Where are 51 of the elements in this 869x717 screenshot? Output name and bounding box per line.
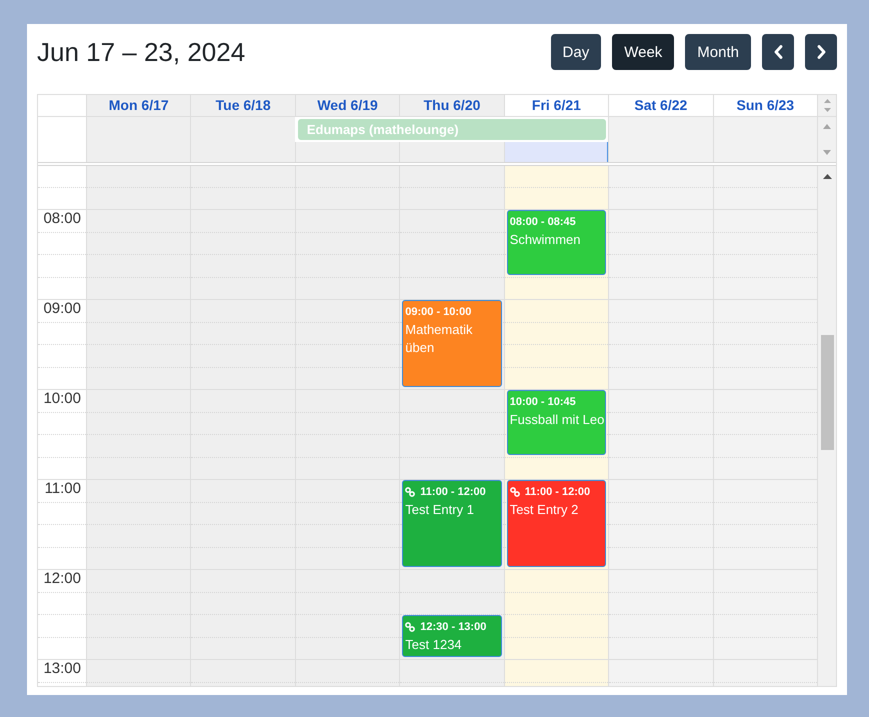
scrollbar-thumb[interactable] <box>820 335 834 450</box>
all-day-cell[interactable] <box>712 117 817 162</box>
event-title: Fussball mit Leo <box>510 411 606 429</box>
event-title: Test 1234 <box>405 636 463 654</box>
time-label: 10:00 <box>43 390 81 408</box>
event-time: 12:30 - 13:00 <box>420 620 486 634</box>
date-range-title: Jun 17 – 23, 2024 <box>37 36 246 68</box>
event-title: Mathematik üben <box>405 321 474 357</box>
day-column[interactable]: 09:00 - 10:00 Mathematik üben 11:00 - 12:00 Test Entry 1 12:30 - 13:00 Test 1234 <box>399 166 504 686</box>
day-header[interactable]: Mon 6/17 <box>86 95 190 116</box>
day-column[interactable] <box>294 166 400 686</box>
day-header[interactable]: Tue 6/18 <box>190 95 295 116</box>
calendar-event[interactable]: 11:00 - 12:00 Test Entry 2 <box>506 480 606 567</box>
day-column[interactable] <box>608 166 713 686</box>
time-label: 13:00 <box>43 660 81 678</box>
event-title: Test Entry 1 <box>405 501 475 519</box>
time-label: 12:00 <box>43 570 81 588</box>
day-column[interactable] <box>86 166 190 686</box>
calendar-event[interactable]: 11:00 - 12:00 Test Entry 1 <box>402 480 502 567</box>
event-title: Test Entry 2 <box>510 501 580 519</box>
event-title: Schwimmen <box>510 231 582 249</box>
event-time: 10:00 - 10:45 <box>510 395 576 409</box>
chevron-right-icon <box>816 45 826 59</box>
calendar-event[interactable]: 12:30 - 13:00 Test 1234 <box>402 615 502 657</box>
view-button[interactable]: Week <box>612 34 674 70</box>
day-column[interactable] <box>712 166 817 686</box>
chevron-left-icon <box>774 45 782 59</box>
all-day-cell[interactable] <box>399 142 504 162</box>
view-button[interactable]: Day <box>550 34 602 70</box>
all-day-cell[interactable] <box>608 117 713 162</box>
all-day-cell[interactable] <box>86 117 190 162</box>
time-label: 09:00 <box>43 300 81 318</box>
day-column[interactable]: 08:00 - 08:45 Schwimmen 10:00 - 10:45 Fussball mit Leo 11:00 - 12:00 Test Entry 2 <box>504 166 608 686</box>
event-time: 11:00 - 12:00 <box>420 485 486 499</box>
time-label: 11:00 <box>44 480 81 498</box>
all-day-cell[interactable] <box>190 117 295 162</box>
scroll-down-icon[interactable] <box>824 108 830 112</box>
event-time: 08:00 - 08:45 <box>510 215 576 229</box>
day-header[interactable]: Thu 6/20 <box>399 95 504 116</box>
day-header[interactable]: Wed 6/19 <box>294 95 400 116</box>
all-day-cell[interactable] <box>504 142 608 162</box>
scroll-down-icon[interactable] <box>823 150 831 155</box>
view-button[interactable]: Month <box>685 34 751 70</box>
event-time: 09:00 - 10:00 <box>405 305 472 319</box>
all-day-cell[interactable] <box>294 142 400 162</box>
day-column[interactable] <box>190 166 295 686</box>
scroll-up-icon[interactable] <box>822 174 832 179</box>
previous-button[interactable] <box>762 34 794 70</box>
event-time: 11:00 - 12:00 <box>524 485 590 499</box>
time-label: 08:00 <box>43 210 81 228</box>
next-button[interactable] <box>805 34 837 70</box>
